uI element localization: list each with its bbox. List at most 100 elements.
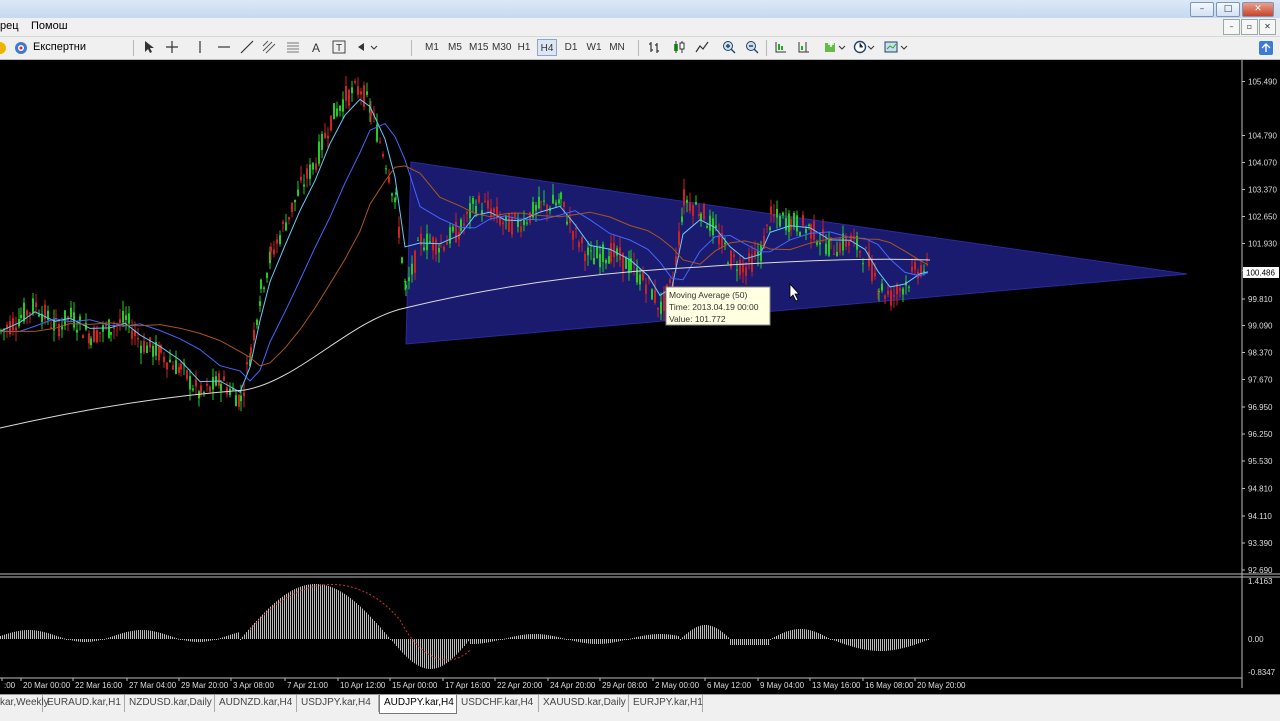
fibonacci-icon[interactable] (286, 40, 300, 57)
channel-icon[interactable] (262, 40, 276, 57)
histogram-bar (452, 639, 453, 659)
timeframe-w1[interactable]: W1 (586, 39, 602, 56)
vertical-line-icon[interactable] (193, 40, 207, 57)
zoom-in-icon[interactable] (722, 40, 736, 57)
templates-icon[interactable] (884, 40, 908, 57)
text-label-icon[interactable]: T (332, 40, 346, 57)
timeframe-m5[interactable]: M5 (447, 39, 463, 56)
maximize-button[interactable]: □ (1216, 2, 1240, 17)
histogram-bar (80, 639, 81, 642)
histogram-bar (798, 629, 799, 639)
histogram-bar (206, 639, 207, 642)
mdi-restore-button[interactable]: ▫ (1241, 19, 1258, 35)
histogram-bar (634, 637, 635, 639)
zoom-out-icon[interactable] (745, 40, 759, 57)
chart-tab[interactable]: kar,Weekly (0, 695, 49, 712)
chart-tab[interactable]: EURAUD.kar,H1 (43, 695, 125, 712)
trendline-icon[interactable] (240, 40, 254, 57)
histogram-bar (834, 639, 835, 641)
candle-body (628, 259, 630, 273)
timeframe-m30[interactable]: M30 (492, 39, 511, 56)
line-chart-icon[interactable] (695, 40, 709, 57)
minimize-button[interactable]: – (1190, 2, 1214, 17)
histogram-bar (430, 639, 431, 669)
indicators-icon[interactable] (824, 40, 846, 57)
histogram-bar (126, 632, 127, 639)
timeframe-mn[interactable]: MN (608, 39, 626, 56)
chart-tab[interactable]: USDCHF.kar,H4 (457, 695, 539, 712)
expert-advisors-button[interactable]: Експертни системи (14, 39, 122, 70)
histogram-bar (32, 630, 33, 639)
close-button[interactable]: ✕ (1242, 2, 1274, 17)
histogram-bar (224, 636, 225, 639)
histogram-bar (8, 633, 9, 639)
histogram-bar (132, 630, 133, 639)
candle-body (535, 204, 537, 211)
arrows-icon[interactable] (356, 40, 378, 57)
candle-body (443, 246, 445, 251)
price-chart[interactable]: 105.490 104.790 104.070 103.370 102.650 101.9… (0, 60, 1280, 694)
timeframe-d1[interactable]: D1 (563, 39, 579, 56)
histogram-bar (874, 639, 875, 651)
candle-body (773, 214, 775, 217)
time-label: 29 Mar 20:00 (181, 681, 229, 690)
histogram-bar (438, 639, 439, 668)
menu-item-help[interactable]: Помош (31, 20, 68, 32)
histogram-bar (180, 639, 181, 640)
timeframe-m1[interactable]: M1 (424, 39, 440, 56)
histogram-bar (404, 639, 405, 655)
auto-scroll-icon[interactable] (774, 40, 788, 57)
histogram-bar (714, 627, 715, 639)
chart-tab[interactable]: AUDNZD.kar,H4 (215, 695, 297, 712)
bar-chart-icon[interactable] (648, 40, 662, 57)
timeframe-h4[interactable]: H4 (537, 39, 557, 56)
histogram-bar (812, 630, 813, 639)
histogram-bar (780, 634, 781, 639)
histogram-bar (178, 638, 179, 640)
chart-tab[interactable]: AUDJPY.kar,H4 (379, 695, 457, 714)
candle-body (218, 373, 220, 386)
histogram-bar (534, 634, 535, 639)
candle-body (833, 254, 835, 256)
histogram-bar (100, 639, 101, 640)
histogram-bar (662, 634, 663, 639)
chart-tab[interactable]: NZDUSD.kar,Daily (125, 695, 215, 712)
chart-shift-icon[interactable] (797, 40, 811, 57)
candle-body (240, 395, 242, 402)
chart-window[interactable]: 105.490 104.790 104.070 103.370 102.650 101.9… (0, 60, 1280, 694)
candle-body (893, 295, 895, 297)
crosshair-icon[interactable] (165, 40, 179, 57)
histogram-bar (860, 639, 861, 649)
candle-body (484, 200, 486, 202)
histogram-bar (720, 630, 721, 639)
menu-item-window[interactable]: рец (0, 20, 19, 32)
timeframe-m15[interactable]: M15 (469, 39, 488, 56)
chart-tab[interactable]: XAUUSD.kar,Daily (539, 695, 629, 712)
arrow-icon[interactable] (0, 41, 8, 55)
timeframe-h1[interactable]: H1 (516, 39, 532, 56)
text-icon[interactable]: A (309, 40, 323, 57)
histogram-bar (364, 610, 365, 639)
mdi-close-button[interactable]: ✕ (1259, 19, 1276, 35)
cursor-icon[interactable] (142, 40, 156, 57)
candle-body (460, 219, 462, 231)
candle-body (64, 310, 66, 327)
histogram-bar (44, 632, 45, 639)
histogram-bar (52, 634, 53, 639)
candle-body (297, 189, 299, 196)
histogram-bar (54, 635, 55, 639)
histogram-bar (538, 634, 539, 639)
histogram-bar (478, 639, 479, 644)
mdi-minimize-button[interactable]: – (1223, 19, 1240, 35)
histogram-bar (328, 586, 329, 639)
chart-tab[interactable]: EURJPY.kar,H1 (629, 695, 703, 712)
histogram-bar (628, 639, 629, 640)
candlestick-icon[interactable] (672, 40, 686, 57)
candle-body (865, 247, 867, 249)
chart-tab[interactable]: USDJPY.kar,H4 (297, 695, 379, 712)
add-chart-icon[interactable] (1258, 40, 1274, 56)
periods-icon[interactable] (853, 40, 875, 57)
candle-body (745, 267, 747, 276)
horizontal-line-icon[interactable] (217, 40, 231, 57)
histogram-bar (896, 639, 897, 650)
